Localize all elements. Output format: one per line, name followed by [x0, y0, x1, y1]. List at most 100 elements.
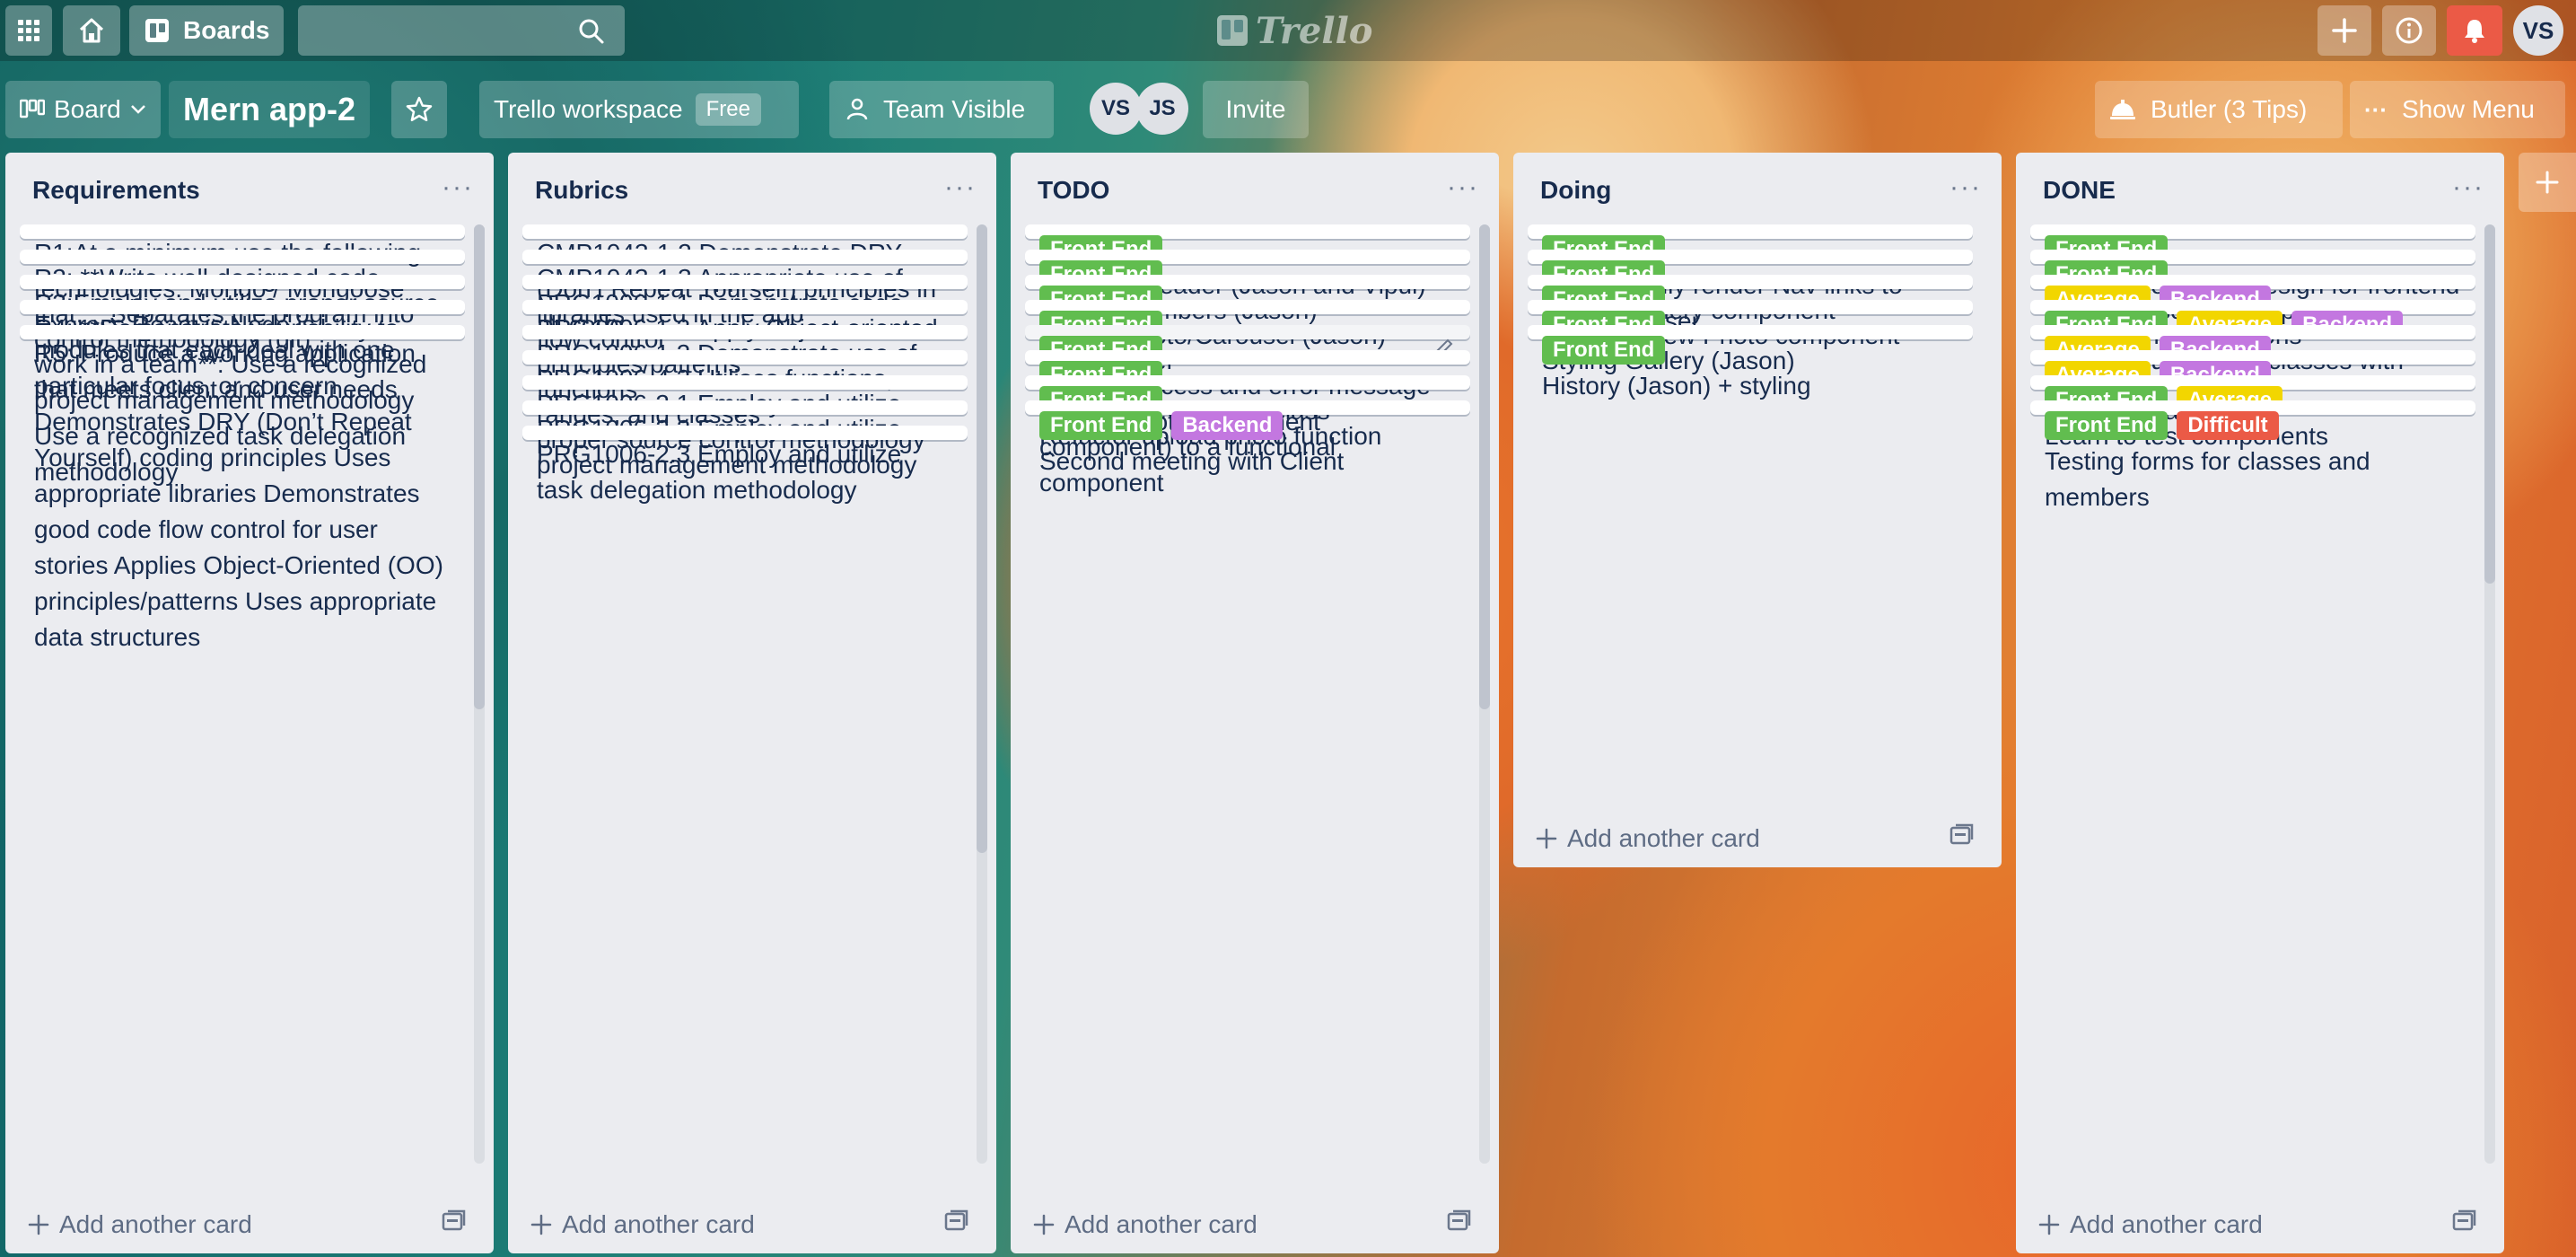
- card[interactable]: Front EndFix the success and error messa…: [1025, 325, 1470, 435]
- card[interactable]: R2: **Write well-designed code that:** S…: [20, 250, 465, 651]
- add-card-button[interactable]: Add another card: [530, 1210, 755, 1239]
- list-requirements: Requirements ··· R1:At a minimum use the f…: [5, 153, 494, 1253]
- add-list-button[interactable]: [2519, 153, 2576, 212]
- add-card-button[interactable]: Add another card: [1535, 824, 1760, 853]
- card-labels: Front End: [1542, 336, 1958, 365]
- list-scrollbar-thumb[interactable]: [2484, 224, 2495, 584]
- card[interactable]: Front EndStyling Photo/Carousel (Jason): [1025, 275, 1470, 349]
- card-template-icon[interactable]: [2452, 1209, 2477, 1232]
- card[interactable]: AverageBackendbackend classes: [2030, 350, 2475, 425]
- label-difficult: Difficult: [2177, 411, 2279, 440]
- search-input[interactable]: [298, 5, 596, 56]
- list-scrollbar[interactable]: [2484, 224, 2495, 1164]
- apps-button[interactable]: [5, 5, 52, 56]
- card[interactable]: Front EndAverageBackendIntegrate users a…: [2030, 300, 2475, 410]
- show-menu-button[interactable]: ··· Show Menu: [2350, 81, 2565, 138]
- card[interactable]: Front EndConvert New Photo (class compon…: [1025, 350, 1470, 497]
- card-template-icon[interactable]: [442, 1209, 467, 1232]
- list-done: DONE ··· Front EndPlan the technical desig…: [2016, 153, 2504, 1253]
- card[interactable]: Front EndStyle Footer: [1025, 300, 1470, 374]
- list-menu-icon[interactable]: ···: [1447, 172, 1479, 203]
- card[interactable]: AverageBackendTesting photo functions: [2030, 275, 2475, 349]
- add-card-button[interactable]: Add another card: [2037, 1210, 2263, 1239]
- boards-button[interactable]: Boards: [129, 5, 285, 56]
- card[interactable]: Front EndCreate Gallery component: [1528, 250, 1973, 324]
- member-avatar-js[interactable]: JS: [1136, 83, 1188, 135]
- user-avatar[interactable]: VS: [2513, 5, 2563, 56]
- list-scrollbar-thumb[interactable]: [474, 224, 485, 709]
- card[interactable]: Front EndConditionally render Nav links …: [1528, 224, 1973, 335]
- card[interactable]: CMP1043-1.2 Demonstrate DRY (Don’t Repea…: [522, 224, 968, 338]
- card[interactable]: Front End Backend Second meeting with Clie…: [1025, 400, 1470, 475]
- list-menu-icon[interactable]: ···: [2452, 172, 2484, 203]
- card[interactable]: Front End History (Jason) + styling: [1528, 325, 1973, 400]
- card-title: R5: Produce a working application that m…: [34, 339, 416, 403]
- plus-icon: [1536, 828, 1557, 849]
- card[interactable]: Front Endstyling (Jason) Homepage and Na…: [2030, 250, 2475, 360]
- card-template-icon[interactable]: [1950, 822, 1975, 846]
- add-card-button[interactable]: Add another card: [27, 1210, 252, 1239]
- card[interactable]: PRG1006-4.3 Utilises functions, ranges, …: [522, 350, 968, 428]
- workspace-button[interactable]: Trello workspace Free: [479, 81, 799, 138]
- board-title[interactable]: Mern app-2: [169, 81, 371, 138]
- card[interactable]: CMP1043-1.3 Appropriate use of libraries…: [522, 250, 968, 328]
- card-template-icon[interactable]: [1447, 1209, 1472, 1232]
- butler-button[interactable]: Butler (3 Tips): [2095, 81, 2343, 138]
- card[interactable]: Front EndAverageLearn to test components: [2030, 375, 2475, 450]
- card[interactable]: PRG1006-2.2 Employ and utilize project m…: [522, 400, 968, 479]
- info-button[interactable]: [2382, 5, 2436, 56]
- create-button[interactable]: [2318, 5, 2371, 56]
- card[interactable]: Front EndRefactor upload photo function: [1025, 375, 1470, 450]
- notifications-button[interactable]: [2447, 5, 2502, 56]
- workspace-label: Trello workspace: [494, 95, 683, 123]
- list-title[interactable]: Requirements: [32, 176, 200, 205]
- list-scrollbar[interactable]: [977, 224, 987, 1164]
- list-scrollbar-thumb[interactable]: [977, 224, 987, 853]
- card[interactable]: Front EndCreate a New Photo component: [1528, 275, 1973, 349]
- home-button[interactable]: [63, 5, 120, 56]
- list-title[interactable]: DONE: [2043, 176, 2116, 205]
- member-avatar-vs[interactable]: VS: [1090, 83, 1142, 135]
- card-labels: Front End Backend: [1039, 411, 1456, 440]
- card[interactable]: Front EndStyling Gallery (Jason): [1528, 300, 1973, 374]
- visibility-button[interactable]: Team Visible: [829, 81, 1054, 138]
- home-icon: [79, 18, 104, 43]
- card[interactable]: R3:Employ and utilize proper source cont…: [20, 275, 465, 353]
- card[interactable]: Front EndRefactor Header (Jason and Vipu…: [1025, 224, 1470, 299]
- card[interactable]: PRG1006-1.3 Apply Object-oriented princi…: [522, 300, 968, 378]
- search-box[interactable]: [298, 5, 625, 56]
- list-title[interactable]: Rubrics: [535, 176, 628, 205]
- visibility-label: Team Visible: [883, 95, 1026, 123]
- card[interactable]: AverageBackendgallery: [2030, 325, 2475, 400]
- card[interactable]: PRG1006-2.1 Employ and utilize proper so…: [522, 375, 968, 453]
- add-card-label: Add another card: [1567, 824, 1760, 852]
- card[interactable]: R1:At a minimum use the following techno…: [20, 224, 465, 338]
- list-title[interactable]: Doing: [1540, 176, 1611, 205]
- trello-logo[interactable]: Trello: [1216, 9, 1372, 52]
- star-board-button[interactable]: [391, 81, 447, 138]
- team-icon: [846, 98, 868, 120]
- card[interactable]: PRG1006-1.1 Demonstrate code flow contro…: [522, 275, 968, 353]
- list-menu-icon[interactable]: ···: [442, 172, 474, 203]
- list-menu-icon[interactable]: ···: [944, 172, 977, 203]
- plus-icon: [1033, 1214, 1055, 1235]
- card[interactable]: PRG1006-2.3 Employ and utilize task dele…: [522, 426, 968, 504]
- board-view-switcher[interactable]: Board: [5, 81, 161, 138]
- card[interactable]: R4: **Demonstrate your ability to work i…: [20, 300, 465, 486]
- invite-button[interactable]: Invite: [1203, 81, 1309, 138]
- list-title[interactable]: TODO: [1038, 176, 1109, 205]
- list-scrollbar[interactable]: [1479, 224, 1490, 1164]
- card[interactable]: Front EndPlan the technical design for f…: [2030, 224, 2475, 299]
- list-scrollbar-thumb[interactable]: [1479, 224, 1490, 709]
- search-icon[interactable]: [578, 18, 605, 45]
- list-scrollbar[interactable]: [474, 224, 485, 1164]
- add-card-button[interactable]: Add another card: [1032, 1210, 1257, 1239]
- add-card-label: Add another card: [1065, 1210, 1257, 1238]
- card-template-icon[interactable]: [944, 1209, 969, 1232]
- card[interactable]: PRG1006-1.2 Demonstrate use of functions: [522, 325, 968, 403]
- list-menu-icon[interactable]: ···: [1950, 172, 1982, 203]
- add-card-label: Add another card: [562, 1210, 755, 1238]
- card[interactable]: Front EndStyling Members (Jason): [1025, 250, 1470, 324]
- card[interactable]: Front End Difficult Testing forms for clas…: [2030, 400, 2475, 511]
- card[interactable]: R5: Produce a working application that m…: [20, 325, 465, 403]
